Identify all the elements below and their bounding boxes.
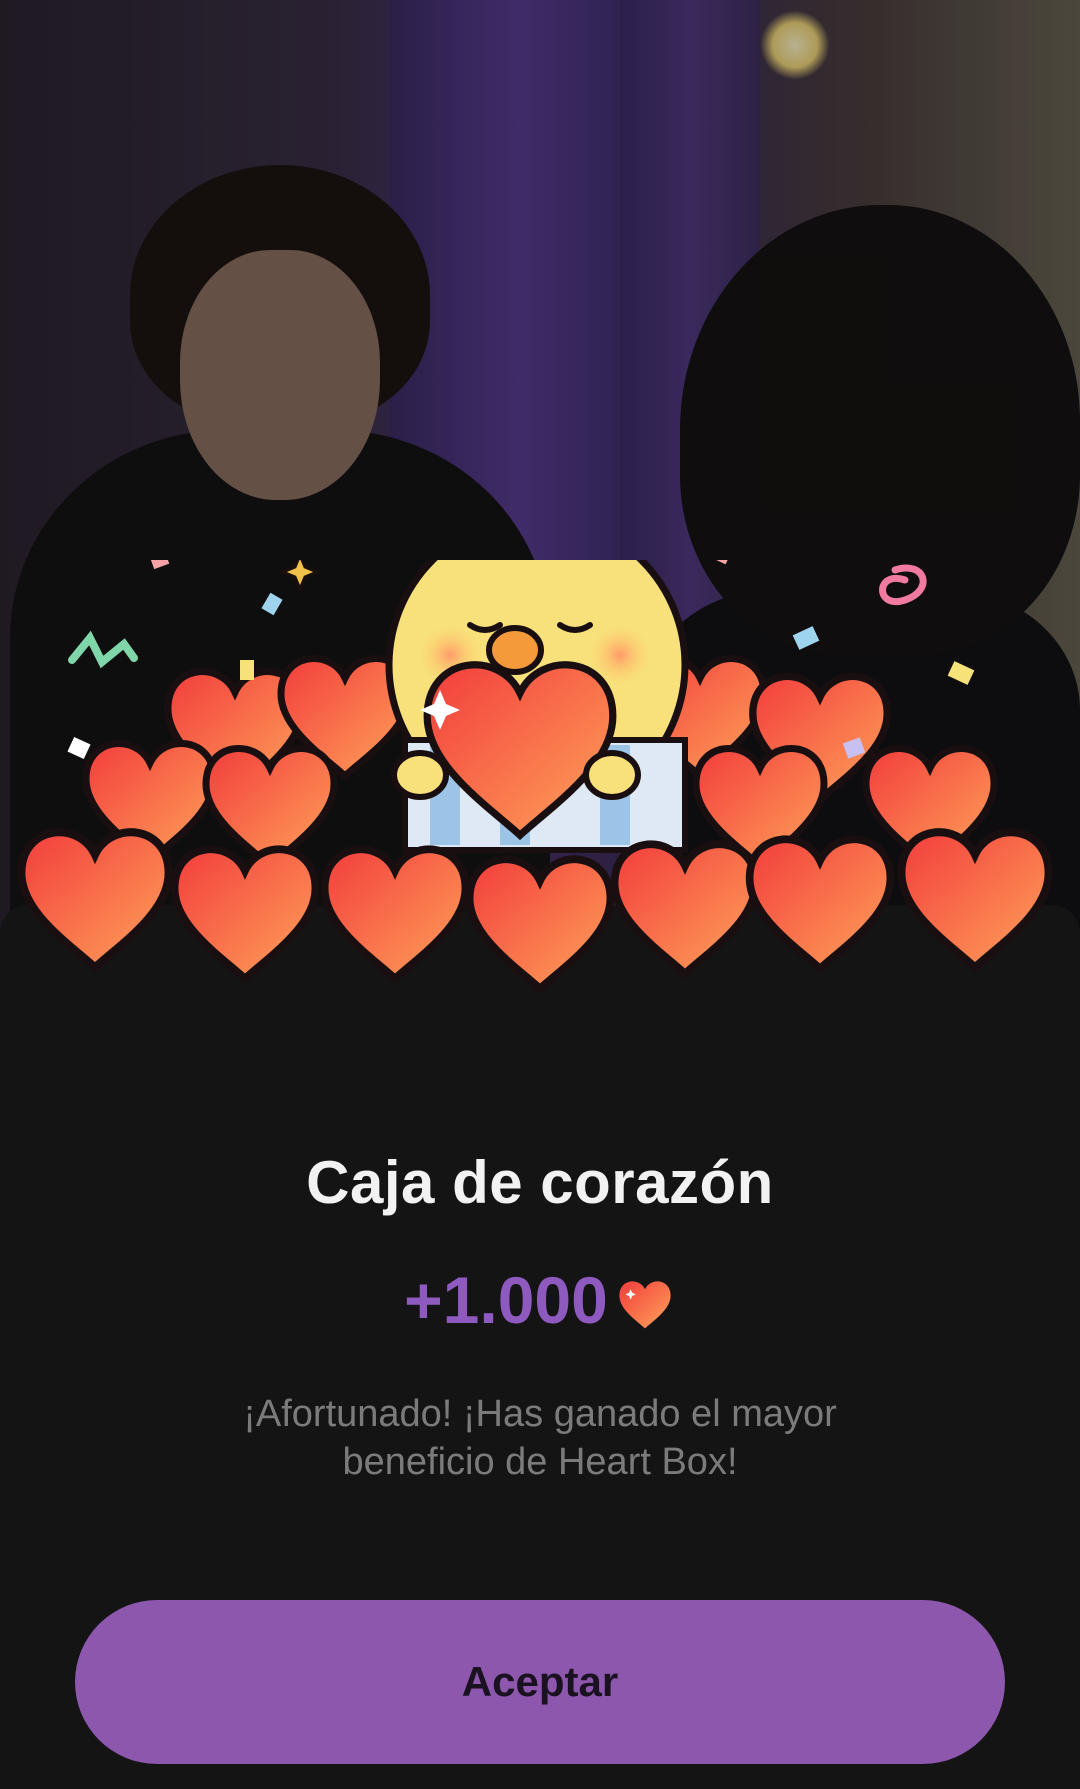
heart-icon bbox=[619, 1281, 671, 1329]
reward-amount: +1.000 bbox=[404, 1263, 608, 1337]
reward-message: ¡Afortunado! ¡Has ganado el mayor benefi… bbox=[243, 1393, 837, 1483]
heart-icon bbox=[21, 832, 168, 967]
heart-icon bbox=[750, 839, 891, 968]
popup-title: Caja de corazón bbox=[306, 1149, 774, 1216]
heart-icon bbox=[615, 844, 756, 973]
reward-amount-row: +1.000 bbox=[0, 1262, 1080, 1338]
chick-mascot-icon bbox=[385, 560, 689, 853]
accept-button[interactable]: Aceptar bbox=[75, 1600, 1005, 1764]
heart-icon bbox=[325, 849, 466, 978]
heart-icon bbox=[470, 859, 611, 988]
heart-icon bbox=[175, 849, 316, 978]
heart-icon bbox=[901, 832, 1048, 967]
heart-box-illustration bbox=[0, 560, 1080, 1080]
